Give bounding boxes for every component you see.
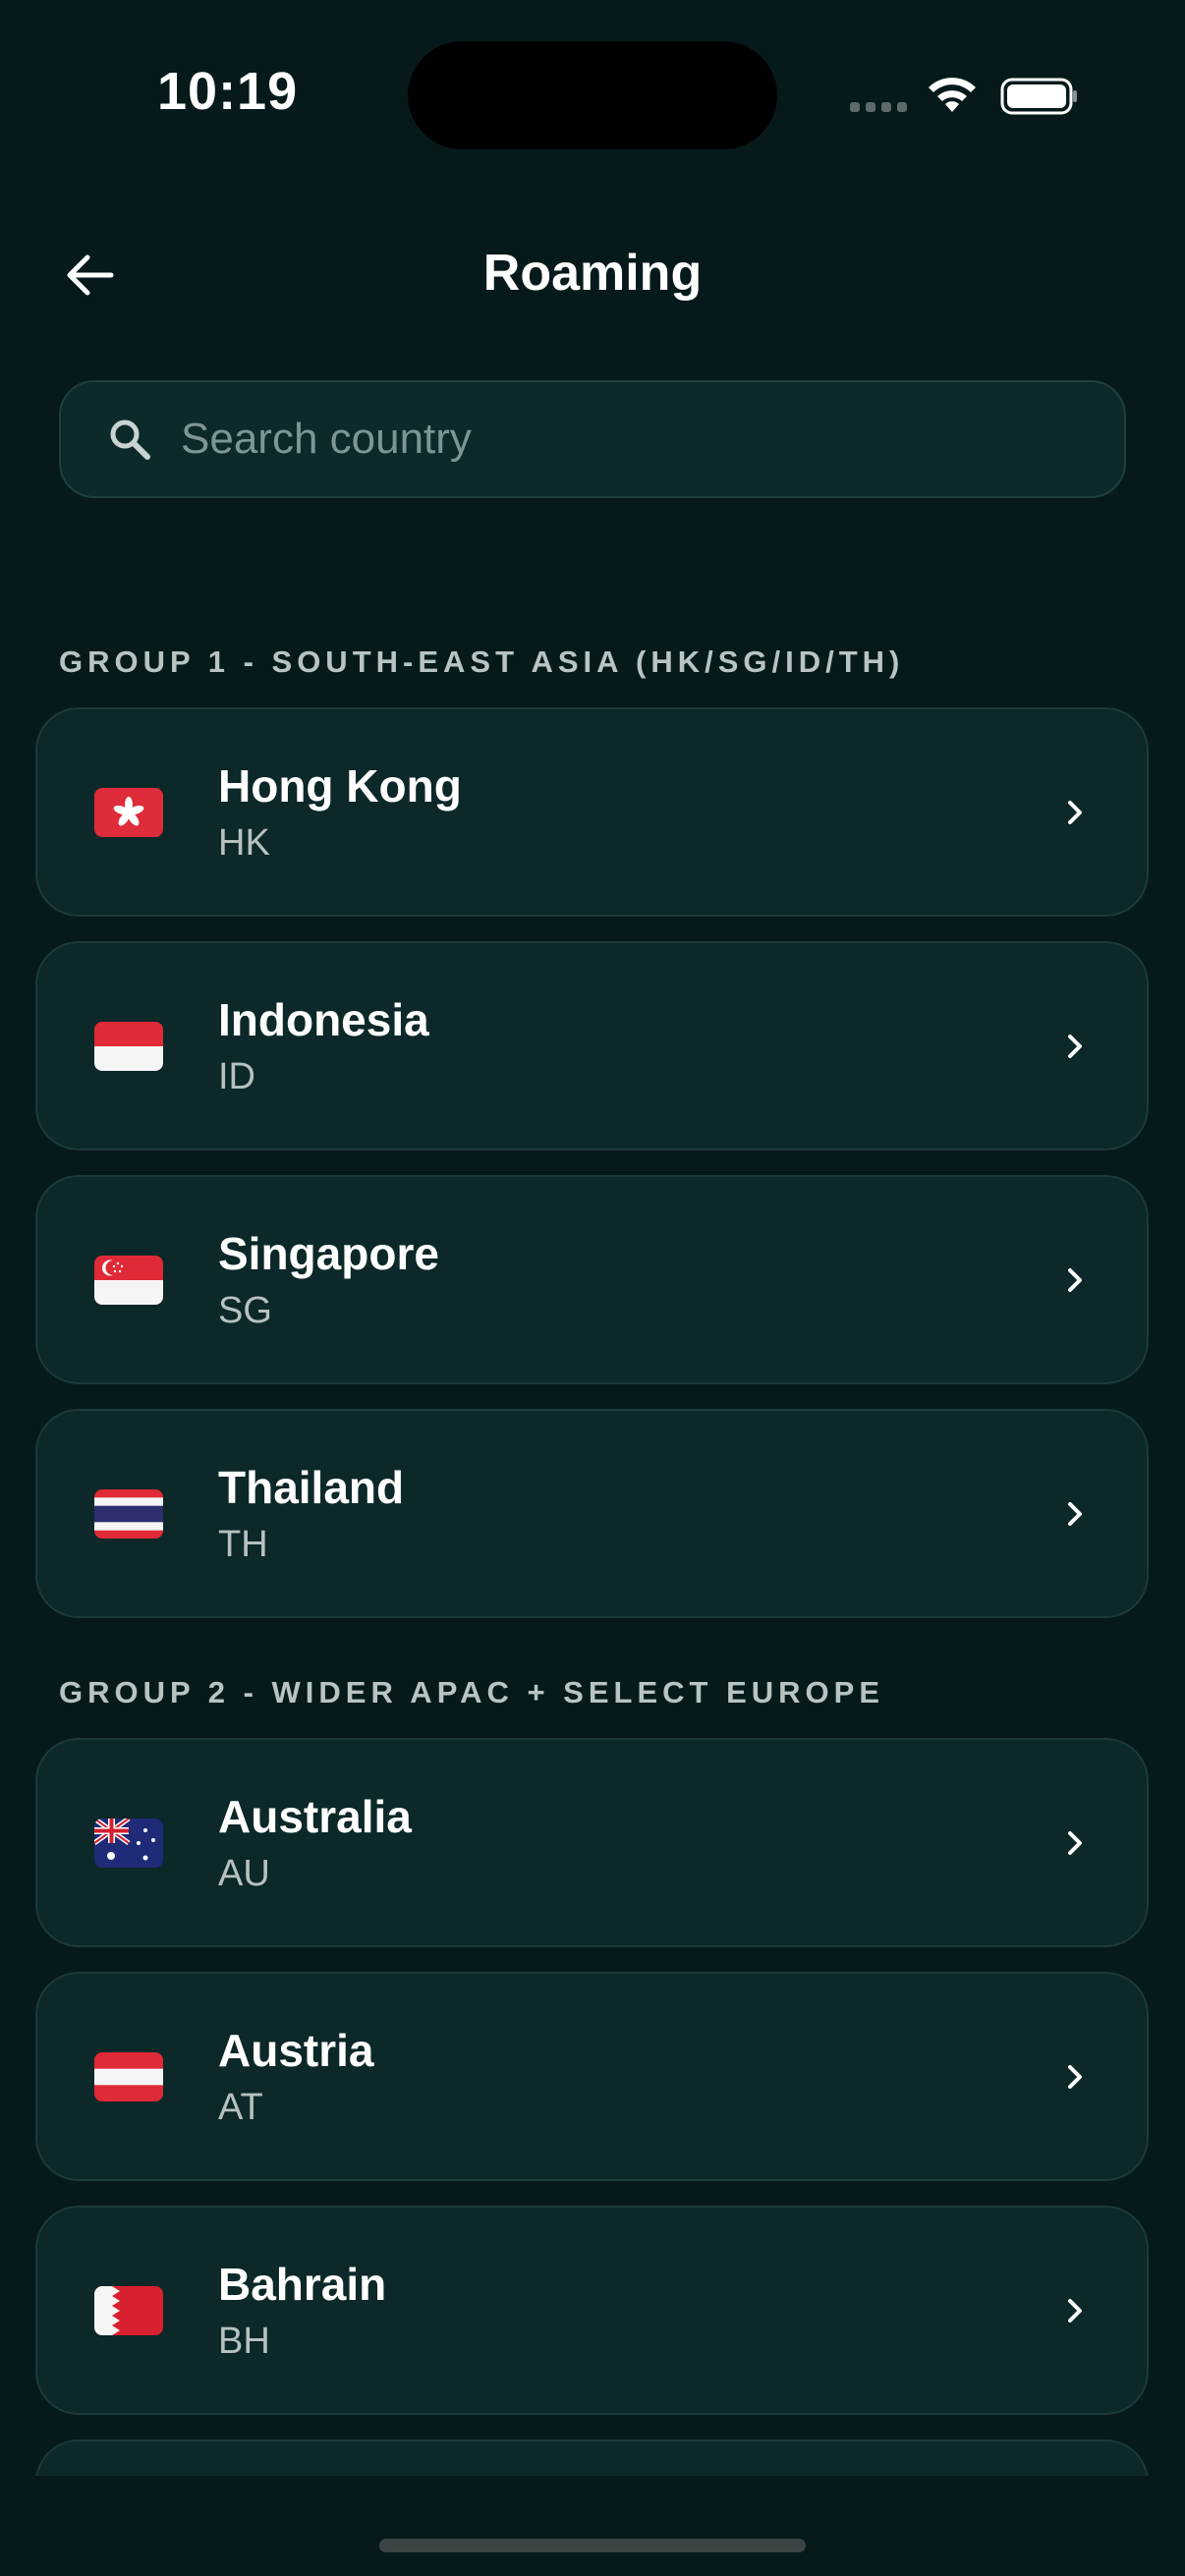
country-code: TH	[218, 1524, 268, 1565]
bottom-bar	[0, 2476, 1185, 2576]
country-name: Indonesia	[218, 994, 429, 1045]
wifi-icon	[929, 78, 976, 112]
country-code: BH	[218, 2321, 270, 2362]
country-name: Austria	[218, 2025, 374, 2076]
country-name: Singapore	[218, 1228, 439, 1279]
home-indicator[interactable]	[379, 2539, 806, 2552]
country-code: AU	[218, 1853, 270, 1894]
status-time: 10:19	[157, 62, 299, 121]
search-input[interactable]	[181, 415, 1124, 464]
chevron-right-icon	[1068, 1501, 1082, 1526]
country-item-bahrain[interactable]: Bahrain BH	[35, 2206, 1149, 2415]
bahrain-flag-icon	[94, 2285, 163, 2335]
chevron-right-icon	[1068, 1034, 1082, 1058]
country-name: Australia	[218, 1791, 412, 1842]
group-label-1: GROUP 1 - SOUTH-EAST ASIA (HK/SG/ID/TH)	[59, 644, 905, 679]
country-item-australia[interactable]: Australia AU	[35, 1738, 1149, 1947]
hong-kong-flag-icon	[94, 787, 163, 837]
battery-icon	[1000, 78, 1077, 115]
country-item-thailand[interactable]: Thailand TH	[35, 1409, 1149, 1618]
indonesia-flag-icon	[94, 1021, 163, 1071]
chevron-right-icon	[1068, 2064, 1082, 2089]
country-code: ID	[218, 1056, 255, 1097]
group-label-2: GROUP 2 - WIDER APAC + SELECT EUROPE	[59, 1675, 884, 1709]
search-icon	[110, 420, 150, 460]
chevron-right-icon	[1068, 1267, 1082, 1292]
country-name: Hong Kong	[218, 760, 462, 812]
status-bar: 10:19	[0, 0, 1185, 196]
australia-flag-icon	[94, 1818, 163, 1868]
country-item-hong-kong[interactable]: Hong Kong HK	[35, 707, 1149, 917]
country-code: HK	[218, 822, 270, 864]
cellular-signal-icon	[850, 102, 907, 112]
chevron-right-icon	[1068, 2298, 1082, 2323]
thailand-flag-icon	[94, 1488, 163, 1539]
country-code: SG	[218, 1290, 272, 1331]
header: Roaming	[0, 216, 1185, 334]
dynamic-island	[408, 41, 777, 149]
chevron-right-icon	[1068, 800, 1082, 824]
chevron-right-icon	[1068, 1830, 1082, 1855]
country-name: Thailand	[218, 1462, 405, 1513]
country-code: AT	[218, 2087, 263, 2128]
country-item-austria[interactable]: Austria AT	[35, 1972, 1149, 2181]
country-item-singapore[interactable]: Singapore SG	[35, 1175, 1149, 1384]
search-bar[interactable]	[59, 380, 1126, 498]
singapore-flag-icon	[94, 1255, 163, 1305]
country-name: Bahrain	[218, 2259, 387, 2310]
page-title: Roaming	[482, 245, 703, 302]
austria-flag-icon	[94, 2051, 163, 2101]
country-item-indonesia[interactable]: Indonesia ID	[35, 941, 1149, 1150]
